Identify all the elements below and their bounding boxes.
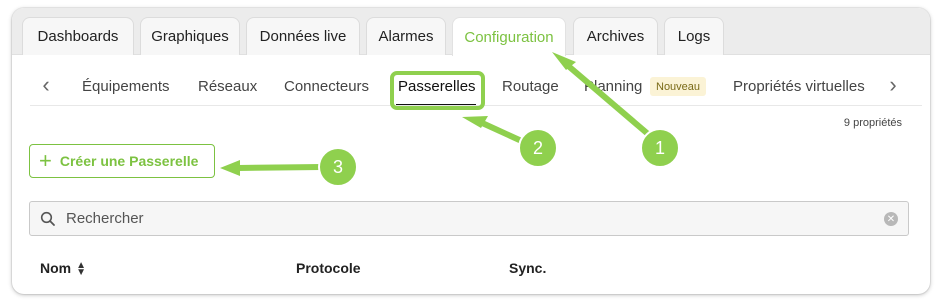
column-label-nom: Nom <box>40 260 72 276</box>
column-header-protocole: Protocole <box>296 260 361 276</box>
tab-dashboards[interactable]: Dashboards <box>22 17 134 55</box>
search-input[interactable]: Rechercher ✕ <box>29 201 909 236</box>
chevron-left-icon[interactable]: ‹ <box>34 70 58 100</box>
create-gateway-label: Créer une Passerelle <box>59 153 199 169</box>
tab-alarmes[interactable]: Alarmes <box>366 17 446 55</box>
plus-icon: + <box>39 148 52 173</box>
subnav-item-equipements[interactable]: Équipements <box>82 78 170 95</box>
subnav-item-routage[interactable]: Routage <box>502 78 559 95</box>
new-badge: Nouveau <box>650 77 707 96</box>
tab-logs[interactable]: Logs <box>664 17 724 55</box>
subnav-item-connecteurs[interactable]: Connecteurs <box>284 78 369 95</box>
chevron-right-icon[interactable]: › <box>881 70 905 100</box>
subnav-item-planning[interactable]: Planning <box>584 78 642 95</box>
subnav-item-reseaux[interactable]: Réseaux <box>198 78 257 95</box>
subnav-item-proprietes-virtuelles[interactable]: Propriétés virtuelles <box>733 78 865 95</box>
properties-count: 9 propriétés <box>843 117 902 129</box>
tab-archives[interactable]: Archives <box>573 17 658 55</box>
sort-icon[interactable]: ▲ ▼ <box>76 261 86 278</box>
passerelles-highlight <box>390 71 485 110</box>
tab-donnees-live[interactable]: Données live <box>246 17 360 55</box>
tab-configuration[interactable]: Configuration <box>452 17 566 56</box>
clear-icon[interactable]: ✕ <box>884 212 898 226</box>
column-header-sync: Sync. <box>509 260 547 276</box>
search-placeholder: Rechercher <box>66 210 144 227</box>
main-tab-bar: Dashboards Graphiques Données live Alarm… <box>12 8 930 56</box>
config-panel: Dashboards Graphiques Données live Alarm… <box>12 8 930 294</box>
tab-graphiques[interactable]: Graphiques <box>140 17 240 55</box>
create-gateway-button[interactable]: + Créer une Passerelle <box>29 144 215 178</box>
search-icon <box>40 211 55 226</box>
column-header-nom[interactable]: Nom ▲ ▼ <box>40 260 86 278</box>
